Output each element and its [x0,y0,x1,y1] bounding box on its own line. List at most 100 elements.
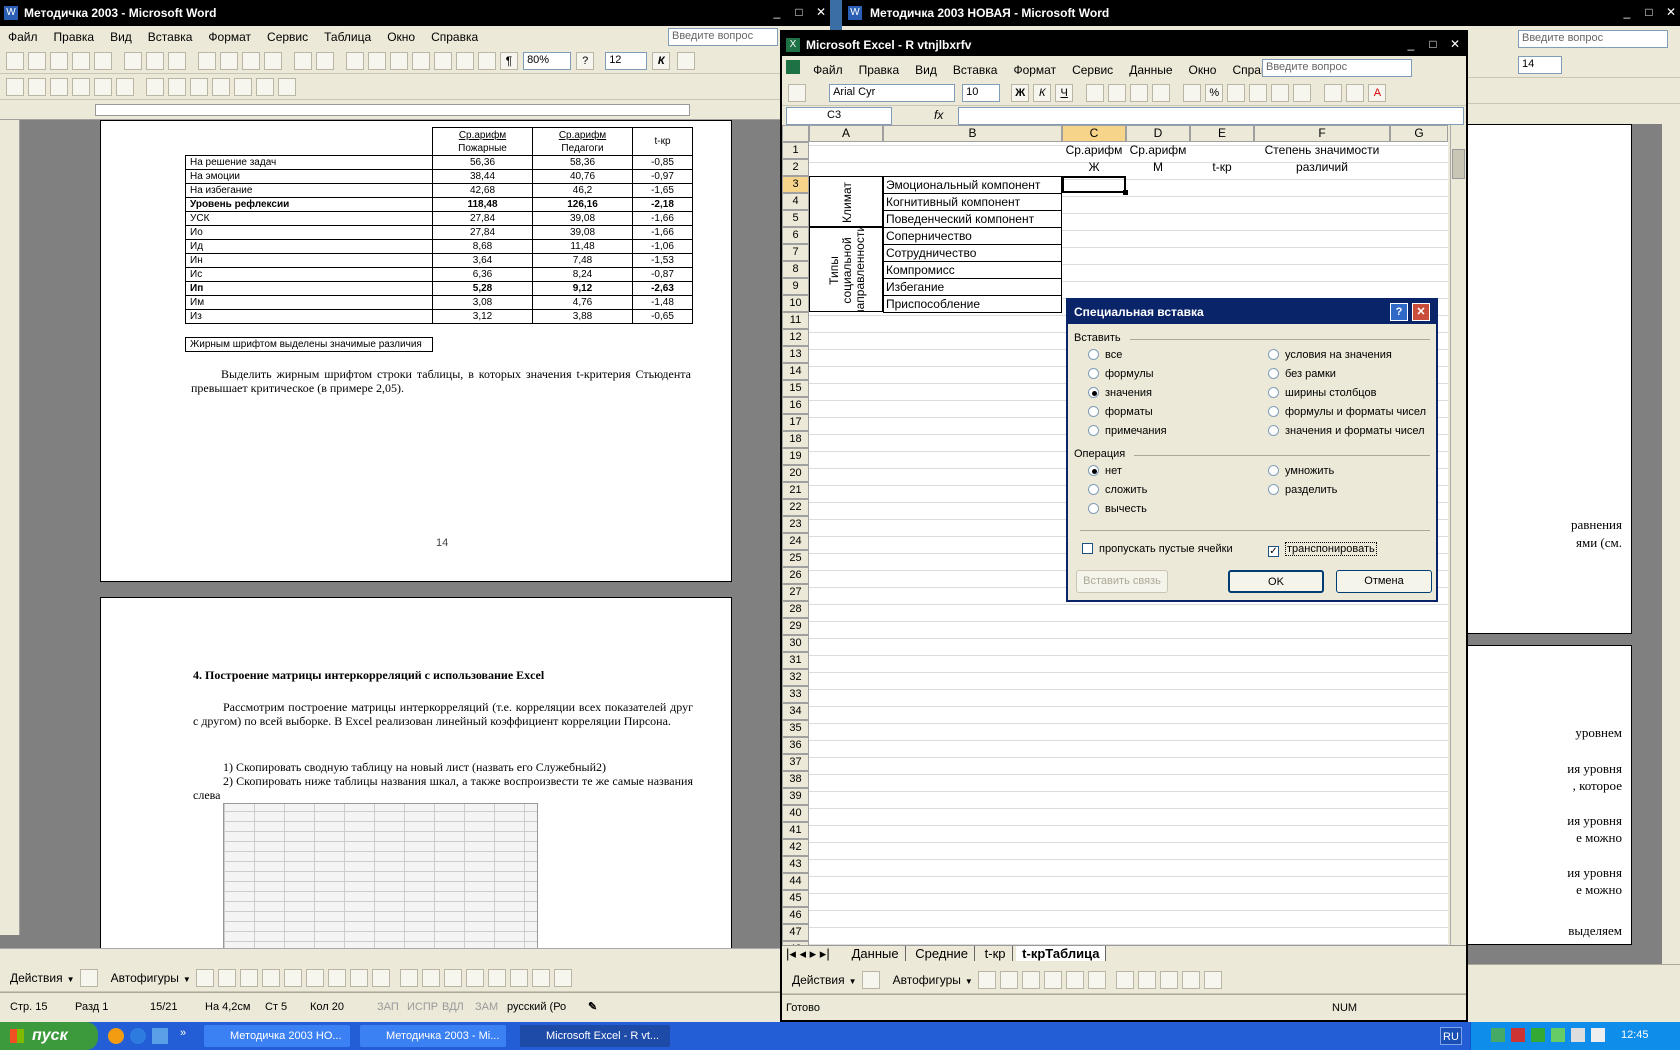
help-icon[interactable]: ? [1390,303,1408,321]
shape-icon[interactable] [168,78,186,96]
language-indicator[interactable]: RU [1440,1027,1462,1045]
vertical-scrollbar[interactable] [1662,124,1680,964]
cell-f1[interactable]: Степень значимости [1254,143,1390,157]
preview-icon[interactable] [146,52,164,70]
align-right-icon[interactable] [1130,84,1149,102]
radio-all[interactable]: все [1088,349,1122,361]
shape-icon[interactable] [212,78,230,96]
minimize-button[interactable]: _ [1618,4,1636,21]
row-header[interactable]: 4 [782,193,809,210]
radio-op-subtract[interactable]: вычесть [1088,503,1147,515]
tables-icon[interactable] [368,52,386,70]
3d-icon[interactable] [1203,971,1222,989]
shape-icon[interactable] [28,78,46,96]
menu-insert[interactable]: Вставка [140,26,201,48]
row-header[interactable]: 6 [782,227,809,244]
radio-op-none[interactable]: нет [1088,465,1122,477]
paste-icon[interactable] [788,84,806,102]
shape-icon[interactable] [190,78,208,96]
minimize-button[interactable]: _ [768,4,786,21]
radio-op-divide[interactable]: разделить [1268,484,1337,496]
radio-op-multiply[interactable]: умножить [1268,465,1334,477]
row-header[interactable]: 41 [782,822,809,839]
help-search-input[interactable]: Введите вопрос [1518,30,1668,48]
tray-icon[interactable] [1551,1028,1565,1042]
fill-color-icon[interactable] [1115,971,1134,989]
help-icon[interactable]: ? [576,52,595,70]
format-painter-icon[interactable] [264,52,282,70]
radio-op-add[interactable]: сложить [1088,484,1147,496]
textbox-icon[interactable] [1065,971,1084,989]
radio-column-widths[interactable]: ширины столбцов [1268,387,1376,399]
tray-icon[interactable] [1571,1028,1585,1042]
row-header[interactable]: 28 [782,601,809,618]
font-size-select[interactable]: 10 [962,84,1001,102]
zoom-select[interactable]: 80% [523,52,572,70]
row-header[interactable]: 47 [782,924,809,941]
line-color-icon[interactable] [1137,971,1156,989]
vertical-ruler[interactable] [0,120,20,935]
select-all-corner[interactable] [782,125,809,142]
menu-help[interactable]: Справка [423,26,486,48]
row-header[interactable]: 40 [782,805,809,822]
underline-icon[interactable]: Ч [1055,84,1074,102]
row-header[interactable]: 23 [782,516,809,533]
menu-window[interactable]: Окно [1181,59,1225,81]
quicklaunch-icon[interactable] [130,1028,146,1044]
font-name-select[interactable]: Arial Cyr [829,84,956,102]
copy-icon[interactable] [220,52,238,70]
font-size-select[interactable]: 14 [1518,56,1562,74]
permission-icon[interactable] [72,52,90,70]
shadow-icon[interactable] [531,969,550,987]
undo-icon[interactable] [294,52,312,70]
shadow-icon[interactable] [1181,971,1200,989]
cell-b5[interactable]: Поведенческий компонент [883,210,1062,228]
task-word-new[interactable]: Методичка 2003 НО... [204,1025,350,1047]
radio-formulas-number-formats[interactable]: формулы и форматы чисел [1268,406,1426,418]
cell-b10[interactable]: Приспособление [883,295,1062,313]
radio-values-number-formats[interactable]: значения и форматы чисел [1268,425,1425,437]
clipart-icon[interactable] [349,969,368,987]
align-left-icon[interactable] [677,52,696,70]
row-header[interactable]: 27 [782,584,809,601]
close-button[interactable]: ✕ [1662,4,1680,21]
row-header[interactable]: 11 [782,312,809,329]
maximize-button[interactable]: □ [790,4,808,21]
print-icon[interactable] [124,52,142,70]
row-header[interactable]: 45 [782,890,809,907]
cell-b8[interactable]: Компромисс [883,261,1062,279]
font-color-icon[interactable] [1159,971,1178,989]
shape-icon[interactable] [116,78,134,96]
task-excel[interactable]: Microsoft Excel - R vt... [520,1025,670,1047]
new-doc-icon[interactable] [6,52,24,70]
italic-icon[interactable]: К [652,52,671,70]
shape-icon[interactable] [146,78,164,96]
wordart-icon[interactable] [1087,971,1106,989]
fill-color-icon[interactable] [399,969,418,987]
radio-formulas[interactable]: формулы [1088,368,1154,380]
menu-view[interactable]: Вид [102,26,140,48]
paste-icon[interactable] [242,52,260,70]
draw-autoshapes-menu[interactable]: Автофигуры [111,971,179,985]
cell-b9[interactable]: Избегание [883,278,1062,296]
skip-blanks-checkbox[interactable]: пропускать пустые ячейки [1082,543,1233,555]
columns-icon[interactable] [434,52,452,70]
row-header[interactable]: 17 [782,414,809,431]
row-header[interactable]: 8 [782,261,809,278]
name-box[interactable]: C3 [786,107,892,125]
shape-icon[interactable] [72,78,90,96]
function-icon[interactable]: fx [934,108,943,122]
scroll-thumb[interactable] [1452,149,1465,179]
row-header[interactable]: 37 [782,754,809,771]
bold-icon[interactable]: Ж [1011,84,1030,102]
row-header[interactable]: 35 [782,720,809,737]
cell-e2[interactable]: t-кр [1190,160,1254,174]
row-header[interactable]: 30 [782,635,809,652]
tray-icon[interactable] [1531,1028,1545,1042]
line-icon[interactable] [977,971,996,989]
rectangle-icon[interactable] [1021,971,1040,989]
fill-handle[interactable] [1123,190,1128,195]
cell-b7[interactable]: Сотрудничество [883,244,1062,262]
minimize-button[interactable]: _ [1402,36,1420,53]
save-icon[interactable] [50,52,68,70]
